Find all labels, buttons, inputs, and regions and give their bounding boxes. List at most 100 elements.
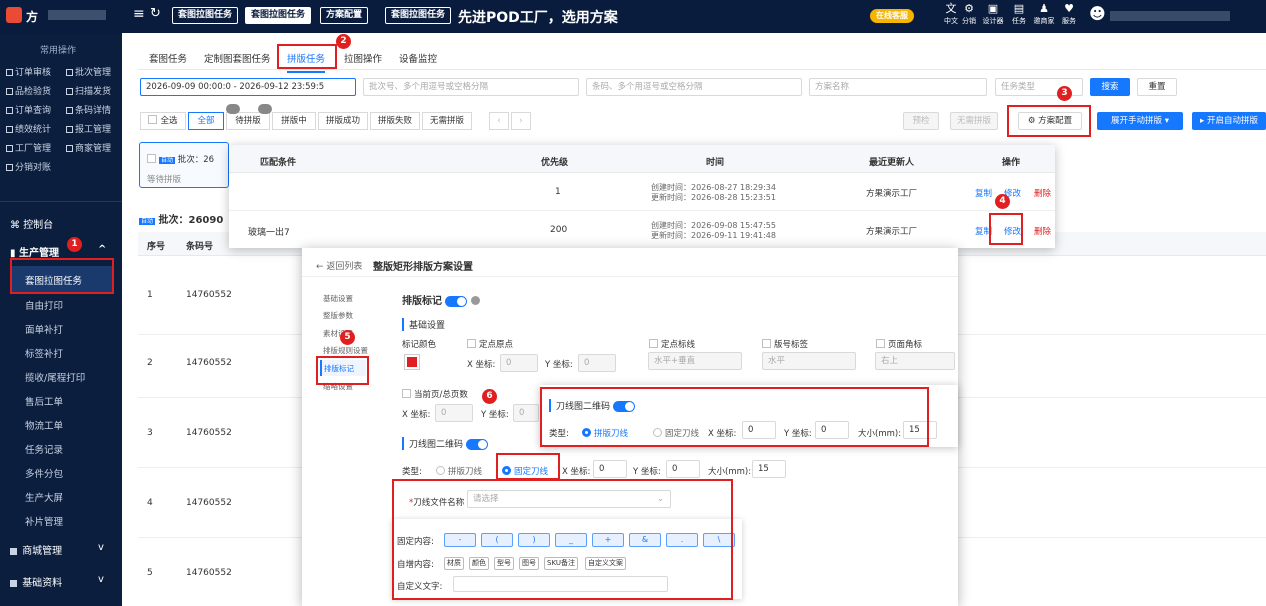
auto-layout-button[interactable]: ▸ 开启自动拼版 xyxy=(1192,112,1266,130)
sub-item[interactable]: 面单补打 xyxy=(25,322,63,336)
qr-preview-x-input[interactable]: 0 xyxy=(742,421,776,439)
corner-select[interactable]: 右上 xyxy=(875,352,955,370)
fixed-btn[interactable]: ) xyxy=(518,533,550,547)
status-tab-processing[interactable]: 拼版中 xyxy=(272,112,316,130)
status-tab-none[interactable]: 无需拼版 xyxy=(422,112,472,130)
reset-button[interactable]: 重置 xyxy=(1137,78,1177,96)
tab-custom-nest[interactable]: 定制图套图任务 xyxy=(204,51,271,65)
plate-checkbox[interactable]: 版号标签 xyxy=(762,338,808,350)
top-tab-4[interactable]: 套图拉图任务 xyxy=(385,7,452,24)
scroll-right-icon[interactable]: › xyxy=(511,112,531,130)
menu-production[interactable]: ▮ 生产管理 ^ xyxy=(10,244,106,259)
quick-item[interactable]: 商家管理 xyxy=(66,141,111,154)
quick-item[interactable]: 品检验货 xyxy=(6,87,51,97)
qr-opt1[interactable]: 拼版刀线 xyxy=(436,465,482,477)
nav-basic[interactable]: 基础设置 xyxy=(323,293,353,304)
fixed-btn[interactable]: ( xyxy=(481,533,513,547)
qr-preview-size-input[interactable]: 15 xyxy=(903,421,937,439)
quick-item[interactable]: 工厂管理 xyxy=(6,144,51,154)
page-checkbox[interactable]: 当前页/总页数 xyxy=(402,388,468,400)
fixed-btn[interactable]: \ xyxy=(703,533,735,547)
quick-item[interactable]: 批次管理 xyxy=(66,65,111,78)
auto-chip[interactable]: 材质 xyxy=(444,557,464,570)
manual-layout-button[interactable]: 展开手动拼版 ▾ xyxy=(1097,112,1183,130)
scheme-config-button[interactable]: ⚙ 方案配置 xyxy=(1018,112,1082,130)
quick-item[interactable]: 分销对账 xyxy=(6,163,51,173)
status-tab-waiting[interactable]: 待拼版 xyxy=(226,112,270,130)
scheme-input[interactable]: 方案名称 xyxy=(809,78,987,96)
qr-toggle[interactable] xyxy=(465,439,488,450)
scroll-left-icon[interactable]: ‹ xyxy=(489,112,509,130)
status-tab-all[interactable]: 全部 xyxy=(188,112,224,130)
auto-chip[interactable]: 图号 xyxy=(519,557,539,570)
page-x-input[interactable]: 0 xyxy=(435,404,473,422)
sub-item[interactable]: 任务记录 xyxy=(25,442,63,456)
top-tab-1[interactable]: 套图拉图任务 xyxy=(172,7,239,24)
qr-y-input[interactable]: 0 xyxy=(666,460,700,478)
tab-nest-task[interactable]: 套图任务 xyxy=(149,51,187,65)
fixed-btn[interactable]: & xyxy=(629,533,661,547)
custom-text-input[interactable] xyxy=(453,576,668,592)
quick-item[interactable]: 扫描发货 xyxy=(66,84,111,97)
qr-preview-y-input[interactable]: 0 xyxy=(815,421,849,439)
help-icon[interactable] xyxy=(470,296,480,305)
fixed-btn[interactable]: - xyxy=(444,533,476,547)
sub-item[interactable]: 生产大屏 xyxy=(25,490,63,504)
date-range-input[interactable]: 2026-09-09 00:00:0 - 2026-09-12 23:59:5 xyxy=(140,78,356,96)
batch-input[interactable]: 批次号、多个用逗号或空格分隔 xyxy=(363,78,579,96)
qr-x-input[interactable]: 0 xyxy=(593,460,627,478)
nav-rules[interactable]: 排版规则设置 xyxy=(323,345,368,356)
copy-link[interactable]: 复制 xyxy=(975,225,992,237)
menu-mall[interactable]: 商城管理 v xyxy=(10,542,104,557)
select-all-checkbox[interactable]: 全选 xyxy=(140,112,186,130)
noneed-button[interactable]: 无需拼版 xyxy=(950,112,998,130)
task-icon[interactable]: ▤ 任务 xyxy=(1006,2,1032,26)
nav-thumb[interactable]: 缩略设置 xyxy=(323,381,353,392)
origin-checkbox[interactable]: 定点原点 xyxy=(467,338,513,350)
auto-chip[interactable]: 自定义文案 xyxy=(585,557,626,570)
qr-preview-toggle[interactable] xyxy=(612,401,635,412)
top-tab-3[interactable]: 方案配置 xyxy=(320,7,369,24)
menu-icon[interactable]: ≡ xyxy=(133,6,145,22)
auto-chip[interactable]: 型号 xyxy=(494,557,514,570)
auto-chip[interactable]: 颜色 xyxy=(469,557,489,570)
sub-item[interactable]: 自由打印 xyxy=(25,298,63,312)
quick-item[interactable]: 订单查询 xyxy=(6,106,51,116)
barcode-input[interactable]: 条码、多个用逗号或空格分隔 xyxy=(586,78,802,96)
sub-item[interactable]: 补片管理 xyxy=(25,514,63,528)
refresh-icon[interactable]: ↻ xyxy=(150,6,161,21)
delete-link[interactable]: 删除 xyxy=(1034,187,1051,199)
quick-item[interactable]: 报工管理 xyxy=(66,122,111,135)
standard-checkbox[interactable]: 定点标线 xyxy=(649,338,695,350)
qr-preview-opt2[interactable]: 固定刀线 xyxy=(653,427,699,439)
sub-item[interactable]: 物流工单 xyxy=(25,418,63,432)
qr-preview-opt1[interactable]: 拼版刀线 xyxy=(582,427,628,439)
fixed-btn[interactable]: _ xyxy=(555,533,587,547)
distribution-icon[interactable]: ⚙ 分销 xyxy=(956,2,982,26)
sub-item[interactable]: 售后工单 xyxy=(25,394,63,408)
sub-item[interactable]: 揽收/尾程打印 xyxy=(25,370,85,384)
tab-pull[interactable]: 拉图操作 xyxy=(344,51,382,65)
search-button[interactable]: 搜索 xyxy=(1090,78,1130,96)
origin-x-input[interactable]: 0 xyxy=(500,354,538,372)
menu-console[interactable]: ⌘ 控制台 xyxy=(10,216,53,231)
fixed-btn[interactable]: . xyxy=(666,533,698,547)
page-y-input[interactable]: 0 xyxy=(513,404,539,422)
tab-device[interactable]: 设备监控 xyxy=(399,51,437,65)
quick-item[interactable]: 条码详情 xyxy=(66,103,111,116)
nav-plate[interactable]: 整版参数 xyxy=(323,310,353,321)
top-tab-2[interactable]: 套图拉图任务 xyxy=(245,7,312,24)
service-icon[interactable]: ♥ 服务 xyxy=(1056,2,1082,26)
delete-link[interactable]: 删除 xyxy=(1034,225,1051,237)
sub-item[interactable]: 多件分包 xyxy=(25,466,63,480)
precheck-button[interactable]: 预检 xyxy=(903,112,939,130)
designer-icon[interactable]: ▣ 设计器 xyxy=(980,2,1006,26)
origin-y-input[interactable]: 0 xyxy=(578,354,616,372)
sub-item-nest-task[interactable]: 套图拉图任务 xyxy=(25,273,82,287)
file-name-select[interactable]: 请选择 ⌄ xyxy=(467,490,671,508)
invite-icon[interactable]: ♟ 邀商家 xyxy=(1031,2,1057,26)
copy-link[interactable]: 复制 xyxy=(975,187,992,199)
back-link[interactable]: ← 返回列表 xyxy=(316,259,362,272)
status-tab-success[interactable]: 拼版成功 xyxy=(318,112,368,130)
qr-opt2[interactable]: 固定刀线 xyxy=(502,465,548,477)
